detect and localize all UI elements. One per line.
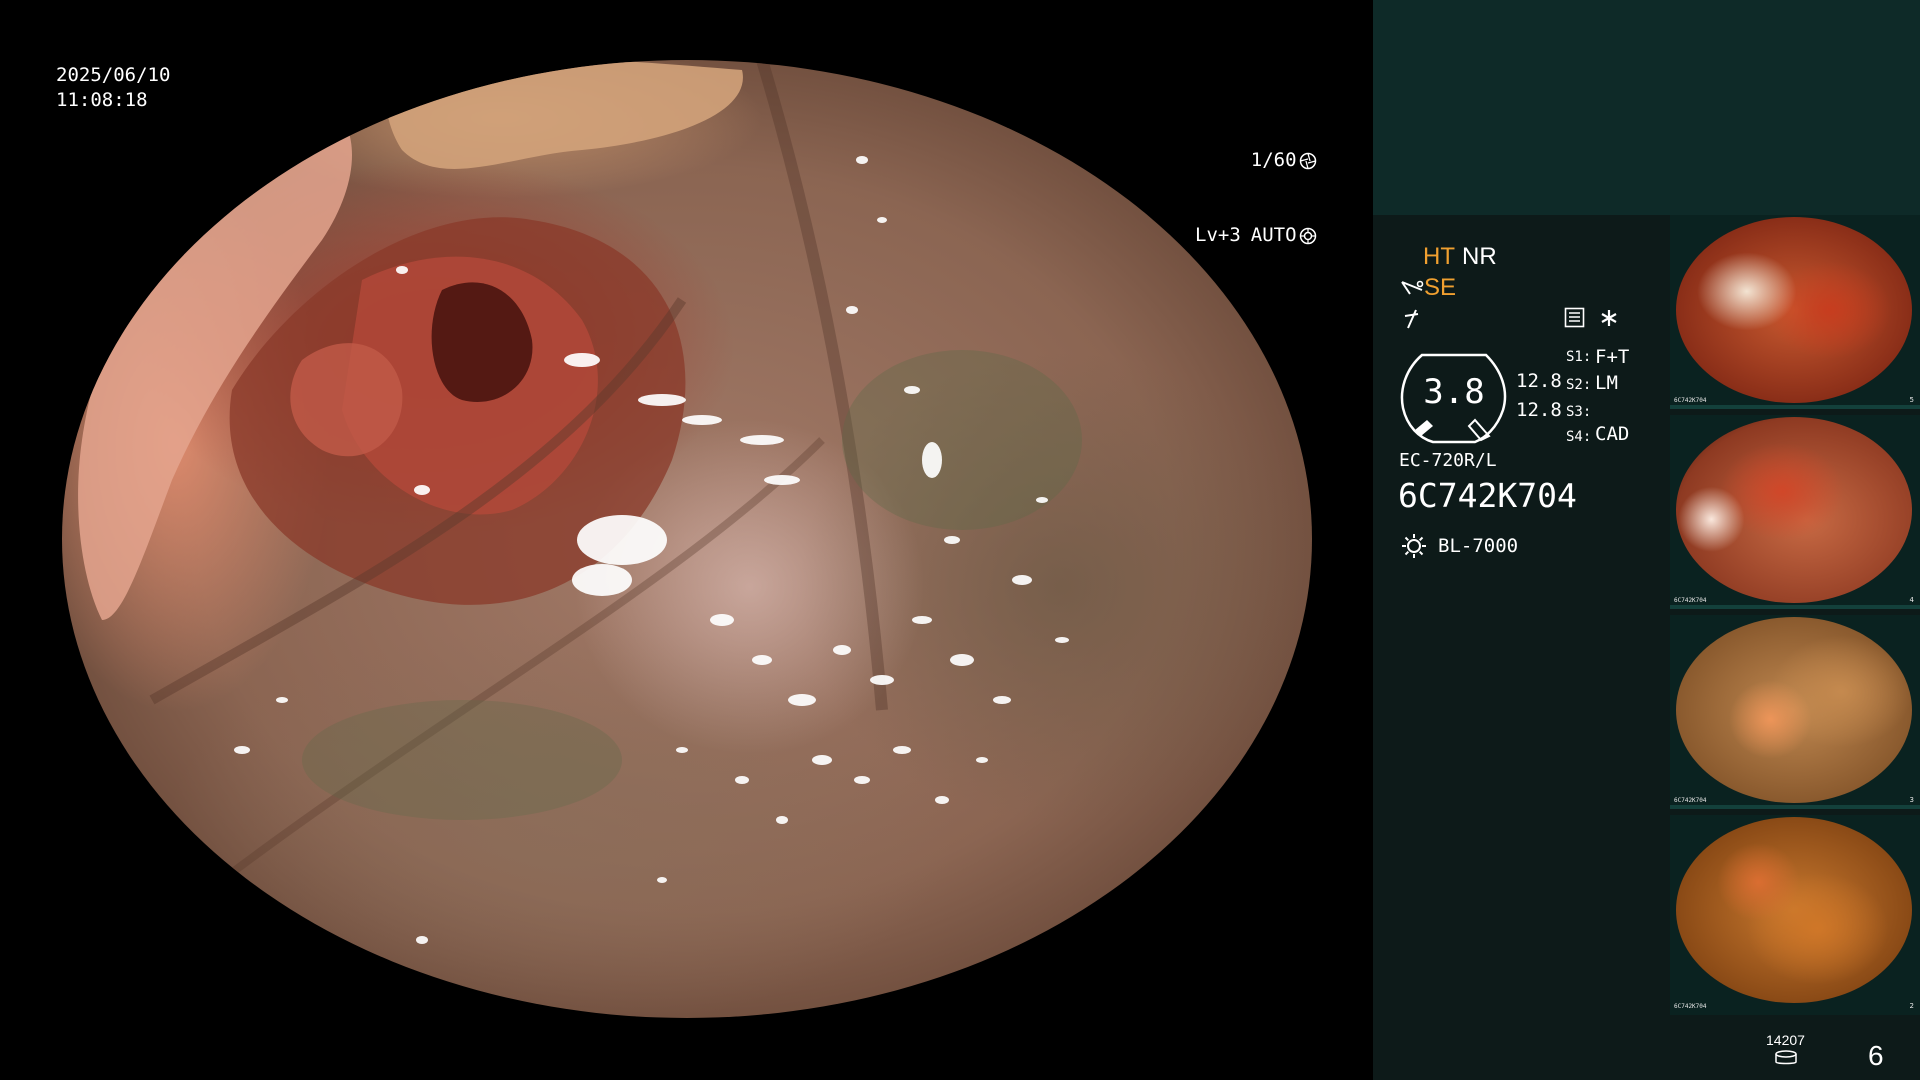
thumbnail-status-bar xyxy=(1670,605,1920,609)
thumbnail-serial: 6C742K704 xyxy=(1674,597,1707,604)
setting-value-1: 12.8 xyxy=(1516,370,1562,392)
thumbnail-image xyxy=(1676,417,1912,603)
image-count: 14207 xyxy=(1766,1032,1805,1048)
shutter-speed: 1/60 xyxy=(1250,149,1297,171)
scope-serial: 6C742K704 xyxy=(1398,476,1577,515)
disk-stack-icon xyxy=(1775,1050,1797,1065)
asterisk-icon xyxy=(1601,310,1617,326)
magnification-gauge: 3.8 xyxy=(1397,350,1511,445)
capture-thumbnail[interactable]: 6C742K704 5 xyxy=(1670,215,1920,409)
endoscopy-screen: 2025/06/10 11:08:18 1/60 Lv+3 AUTO HT NR xyxy=(0,0,1920,1080)
thumbnail-index: 4 xyxy=(1909,596,1914,604)
s4-value: CAD xyxy=(1595,423,1630,445)
lamp-icon xyxy=(1402,534,1426,558)
scope-model: EC-720R/L xyxy=(1399,450,1497,471)
thumbnail-image xyxy=(1676,617,1912,803)
lightning-icon xyxy=(1404,309,1419,329)
s2-label: S2: xyxy=(1566,377,1592,393)
capture-time: 11:08:18 xyxy=(56,89,148,111)
capture-number: 6 xyxy=(1868,1040,1884,1071)
s1-label: S1: xyxy=(1566,349,1592,365)
thumbnail-status-bar xyxy=(1670,405,1920,409)
thumbnail-status-bar xyxy=(1670,805,1920,809)
thumbnail-index: 3 xyxy=(1909,796,1914,804)
ht-indicator: HT xyxy=(1423,243,1455,270)
thumbnail-image xyxy=(1676,217,1912,403)
thumbnail-serial: 6C742K704 xyxy=(1674,1003,1707,1010)
iris-mode: AUTO xyxy=(1250,224,1297,246)
thumbnail-index: 5 xyxy=(1909,396,1914,404)
capture-thumbnail[interactable]: 6C742K704 3 xyxy=(1670,615,1920,809)
endoscope-live-view xyxy=(62,60,1312,1018)
s1-value: F+T xyxy=(1595,346,1630,368)
thumbnail-index: 2 xyxy=(1909,1002,1914,1010)
s4-label: S4: xyxy=(1566,429,1592,445)
s3-label: S3: xyxy=(1566,404,1592,420)
setting-value-2: 12.8 xyxy=(1516,399,1562,421)
right-top-panel xyxy=(1373,0,1920,215)
se-indicator: SE xyxy=(1424,274,1457,301)
capture-thumbnail[interactable]: 6C742K704 2 xyxy=(1670,815,1920,1015)
auto-iris-icon xyxy=(1299,227,1316,244)
capture-date: 2025/06/10 xyxy=(56,64,171,86)
shutter-icon xyxy=(1299,152,1316,169)
thumbnail-serial: 6C742K704 xyxy=(1674,797,1707,804)
brightness-level: Lv+3 xyxy=(1195,224,1241,246)
thumbnail-serial: 6C742K704 xyxy=(1674,397,1707,404)
gauge-value: 3.8 xyxy=(1423,372,1485,412)
scissors-icon xyxy=(1401,280,1424,295)
capture-thumbnail[interactable]: 6C742K704 4 xyxy=(1670,415,1920,609)
nr-indicator: NR xyxy=(1462,243,1497,270)
memo-icon xyxy=(1564,307,1585,328)
s2-value: LM xyxy=(1595,372,1618,394)
thumbnail-image xyxy=(1676,817,1912,1003)
tissue-texture xyxy=(78,60,1082,944)
date-time-overlay: 2025/06/10 11:08:18 xyxy=(56,63,170,113)
light-source: BL-7000 xyxy=(1438,535,1519,557)
exposure-overlay: 1/60 Lv+3 AUTO xyxy=(1195,98,1317,298)
